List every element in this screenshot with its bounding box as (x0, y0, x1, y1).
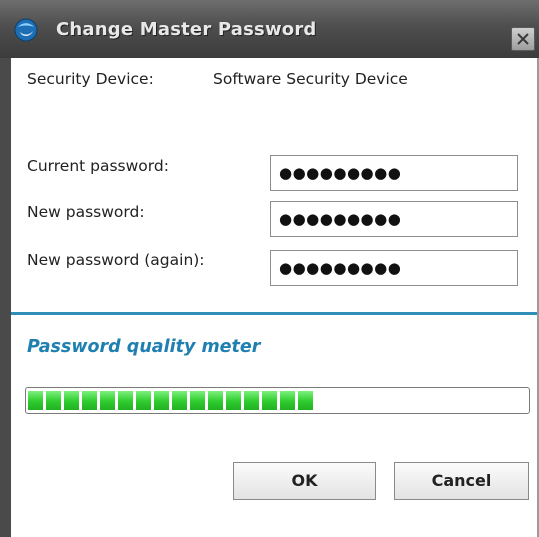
meter-segment (226, 391, 241, 410)
password-quality-meter-fill (28, 391, 313, 410)
new-password-label: New password: (27, 203, 145, 221)
meter-segment (262, 391, 277, 410)
meter-segment (100, 391, 115, 410)
meter-segment (190, 391, 205, 410)
meter-segment (118, 391, 133, 410)
security-device-value: Software Security Device (213, 70, 408, 88)
new-password-field[interactable] (270, 201, 518, 237)
window-title: Change Master Password (56, 19, 317, 40)
meter-segment (136, 391, 151, 410)
meter-segment (46, 391, 61, 410)
change-master-password-dialog: Change Master Password Security Device: … (0, 0, 539, 537)
meter-segment (154, 391, 169, 410)
new-password-again-field[interactable] (270, 250, 518, 286)
window-left-border (0, 58, 11, 537)
new-password-again-label: New password (again): (27, 251, 205, 269)
close-icon (517, 33, 529, 45)
meter-segment (172, 391, 187, 410)
close-button[interactable] (511, 27, 535, 51)
meter-segment (280, 391, 295, 410)
password-quality-meter (25, 387, 530, 414)
meter-segment (244, 391, 259, 410)
ok-button[interactable]: OK (233, 462, 376, 500)
meter-segment (298, 391, 313, 410)
security-device-label: Security Device: (27, 70, 154, 88)
cancel-button[interactable]: Cancel (394, 462, 529, 500)
dialog-content: Security Device: Software Security Devic… (11, 58, 537, 537)
meter-segment (82, 391, 97, 410)
meter-segment (64, 391, 79, 410)
current-password-label: Current password: (27, 157, 169, 175)
app-globe-icon (14, 18, 38, 42)
section-divider (11, 312, 537, 315)
meter-segment (28, 391, 43, 410)
title-bar[interactable]: Change Master Password (0, 0, 539, 58)
current-password-field[interactable] (270, 155, 518, 191)
password-quality-meter-title: Password quality meter (27, 337, 261, 357)
meter-segment (208, 391, 223, 410)
